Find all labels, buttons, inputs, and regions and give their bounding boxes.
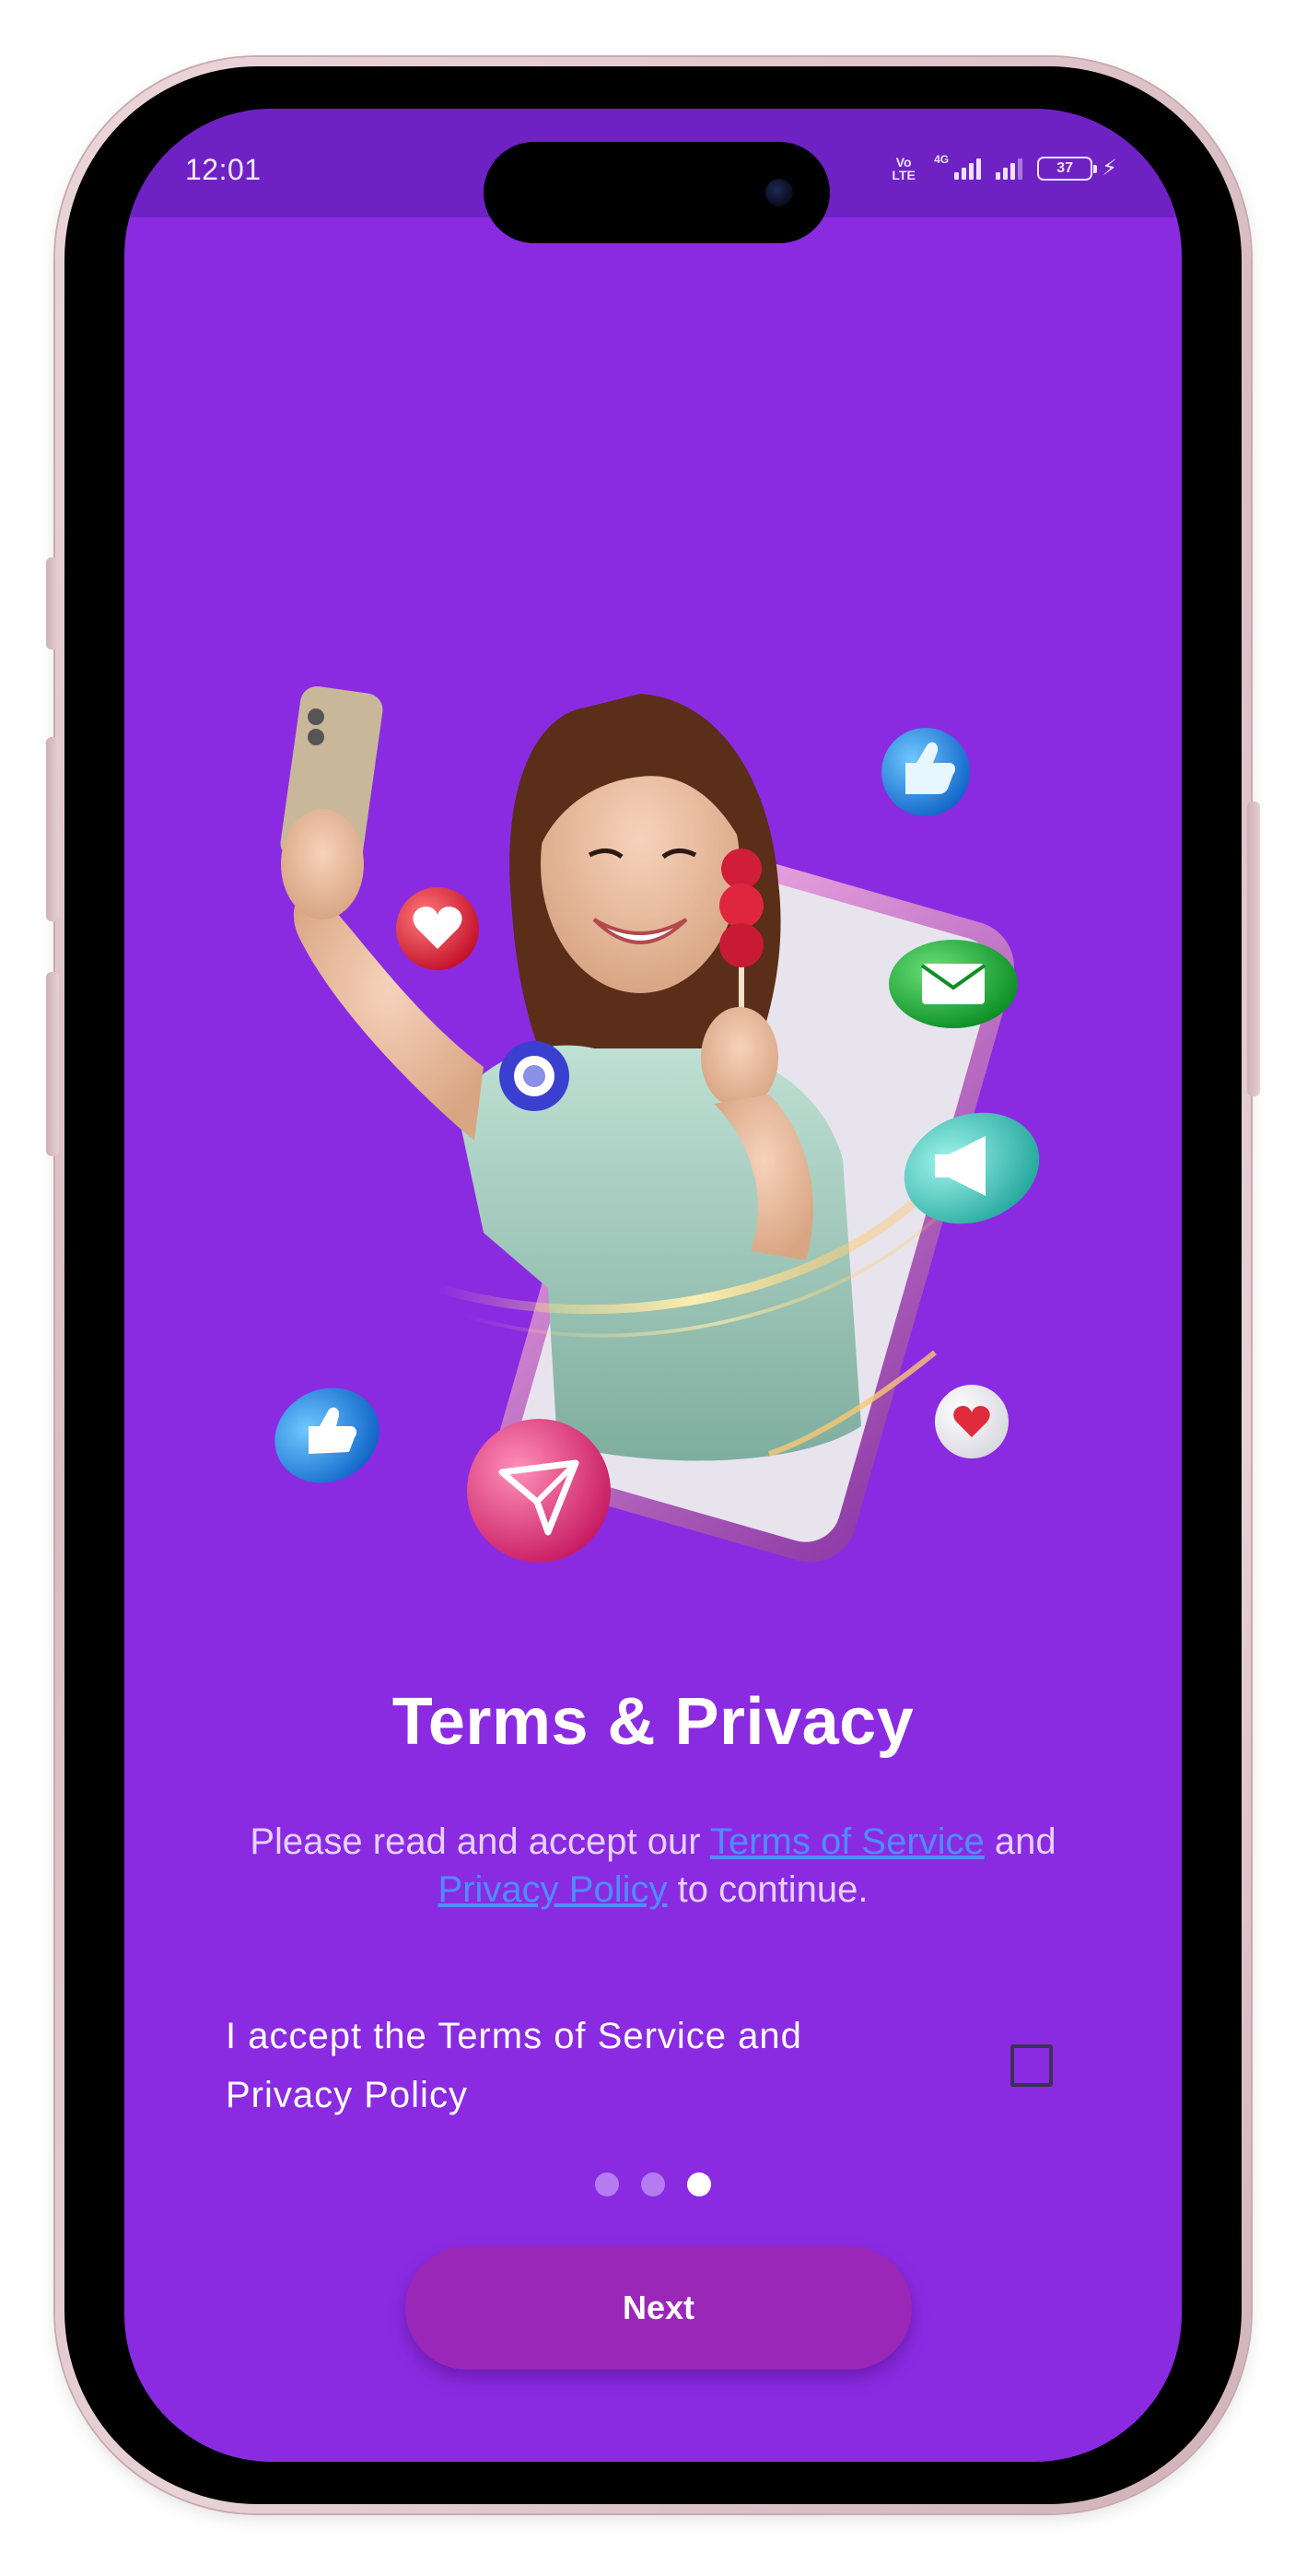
heart-icon: [396, 887, 479, 970]
page-dot-1: [595, 2172, 619, 2196]
description-middle: and: [984, 1821, 1056, 1862]
terms-description: Please read and accept our Terms of Serv…: [198, 1818, 1108, 1914]
page-indicator: [124, 2172, 1182, 2196]
status-time: 12:01: [185, 153, 262, 186]
page-dot-3-active: [687, 2172, 711, 2196]
page-dot-2: [641, 2172, 665, 2196]
volume-down-button: [46, 972, 59, 1156]
hero-illustration: [161, 496, 1119, 1601]
mail-icon: [889, 940, 1018, 1028]
description-suffix: to continue.: [667, 1869, 869, 1910]
volume-up-button: [46, 737, 59, 921]
heart-bubble-icon: [935, 1385, 1009, 1458]
action-button: [46, 557, 59, 650]
description-prefix: Please read and accept our: [250, 1821, 710, 1862]
camera-icon: [499, 1041, 569, 1111]
signal-icon: [954, 158, 982, 180]
app-screen: 12:01 Vo LTE 4G 37 ⚡︎ Terms & Privacy Pl…: [124, 109, 1182, 2462]
terms-of-service-link[interactable]: Terms of Service: [710, 1821, 985, 1862]
next-button[interactable]: Next: [405, 2246, 912, 2370]
accept-terms-row[interactable]: I accept the Terms of Service and Privac…: [226, 2007, 1091, 2125]
volte-icon: Vo LTE: [892, 154, 916, 182]
battery-level: 37: [1056, 159, 1074, 176]
signal-icon-2: [996, 158, 1023, 180]
battery-icon: 37: [1037, 156, 1098, 181]
thumbs-up-icon: [881, 728, 970, 816]
accept-terms-checkbox[interactable]: [1010, 2044, 1053, 2087]
network-type: 4G: [934, 152, 950, 166]
dynamic-island: [484, 142, 830, 243]
like-icon: [274, 1388, 379, 1483]
charging-icon: ⚡︎: [1102, 156, 1117, 181]
power-button: [1247, 802, 1260, 1096]
page-title: Terms & Privacy: [391, 1685, 915, 1759]
privacy-policy-link[interactable]: Privacy Policy: [438, 1869, 668, 1910]
send-icon: [467, 1419, 611, 1563]
accept-terms-label: I accept the Terms of Service and Privac…: [226, 2016, 802, 2115]
front-camera-icon: [765, 179, 793, 206]
status-icons: Vo LTE 4G 37 ⚡︎: [888, 152, 1117, 182]
